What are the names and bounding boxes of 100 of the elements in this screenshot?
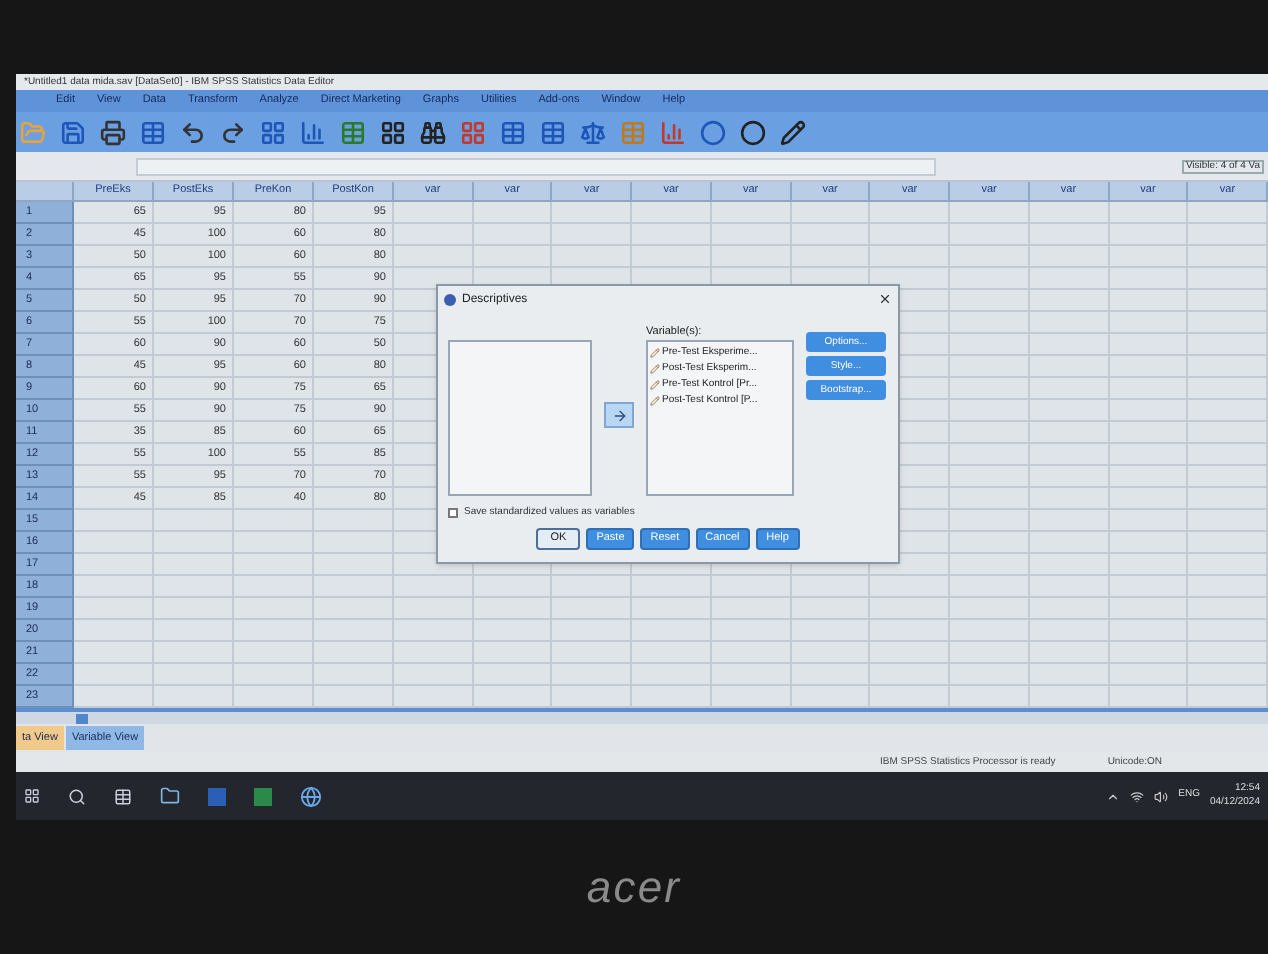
empty-cell[interactable] xyxy=(314,598,394,620)
windows-icon[interactable] xyxy=(24,788,40,804)
empty-cell[interactable] xyxy=(1029,356,1110,378)
empty-cell[interactable] xyxy=(234,510,314,532)
empty-cell[interactable] xyxy=(1029,202,1110,224)
empty-cell[interactable] xyxy=(1029,620,1110,642)
empty-cell[interactable] xyxy=(950,664,1030,686)
empty-cell[interactable] xyxy=(791,664,871,686)
empty-cell[interactable] xyxy=(1029,488,1110,510)
document-app-icon[interactable] xyxy=(208,787,226,805)
empty-cell[interactable] xyxy=(1188,532,1268,554)
empty-cell[interactable] xyxy=(950,488,1030,510)
empty-cell[interactable] xyxy=(1109,334,1189,356)
empty-cell[interactable] xyxy=(154,620,234,642)
empty-cell[interactable] xyxy=(552,224,633,246)
empty-cell[interactable] xyxy=(711,246,792,268)
empty-cell[interactable] xyxy=(791,576,871,598)
chart-icon[interactable] xyxy=(660,119,686,145)
empty-cell[interactable] xyxy=(1109,246,1189,268)
empty-cell[interactable] xyxy=(791,246,871,268)
source-list[interactable] xyxy=(448,340,592,496)
empty-cell[interactable] xyxy=(950,598,1030,620)
empty-cell[interactable] xyxy=(314,642,394,664)
move-button[interactable] xyxy=(604,402,634,428)
empty-cell[interactable] xyxy=(1029,576,1110,598)
empty-cell[interactable] xyxy=(1029,422,1110,444)
empty-cell[interactable] xyxy=(711,598,792,620)
empty-cell[interactable] xyxy=(1109,488,1189,510)
empty-cell[interactable] xyxy=(473,642,553,664)
empty-cell[interactable] xyxy=(473,620,553,642)
empty-cell[interactable] xyxy=(1109,422,1189,444)
empty-cell[interactable] xyxy=(1109,400,1189,422)
empty-cell[interactable] xyxy=(870,620,951,642)
empty-cell[interactable] xyxy=(711,620,792,642)
empty-cell[interactable] xyxy=(394,598,474,620)
empty-cell[interactable] xyxy=(950,312,1030,334)
empty-cell[interactable] xyxy=(870,642,951,664)
empty-cell[interactable] xyxy=(950,532,1030,554)
empty-cell[interactable] xyxy=(154,554,234,576)
empty-cell[interactable] xyxy=(1109,444,1189,466)
empty-cell[interactable] xyxy=(154,510,234,532)
table-icon[interactable] xyxy=(500,119,526,145)
empty-cell[interactable] xyxy=(632,620,712,642)
empty-cell[interactable] xyxy=(791,620,871,642)
empty-cell[interactable] xyxy=(791,598,871,620)
empty-cell[interactable] xyxy=(632,224,712,246)
empty-cell[interactable] xyxy=(552,642,633,664)
empty-cell[interactable] xyxy=(1188,642,1268,664)
empty-cell[interactable] xyxy=(1188,202,1268,224)
empty-cell[interactable] xyxy=(950,356,1030,378)
empty-cell[interactable] xyxy=(1029,224,1110,246)
empty-cell[interactable] xyxy=(314,576,394,598)
empty-cell[interactable] xyxy=(1109,356,1189,378)
empty-cell[interactable] xyxy=(1188,466,1268,488)
empty-cell[interactable] xyxy=(314,532,394,554)
empty-cell[interactable] xyxy=(632,664,712,686)
empty-cell[interactable] xyxy=(950,642,1030,664)
volume-icon[interactable] xyxy=(1154,789,1169,803)
empty-cell[interactable] xyxy=(394,620,474,642)
empty-cell[interactable] xyxy=(1188,400,1268,422)
empty-cell[interactable] xyxy=(1188,378,1268,400)
empty-cell[interactable] xyxy=(234,664,314,686)
empty-cell[interactable] xyxy=(950,290,1030,312)
empty-cell[interactable] xyxy=(711,576,792,598)
empty-cell[interactable] xyxy=(1029,246,1110,268)
empty-cell[interactable] xyxy=(1109,224,1189,246)
empty-cell[interactable] xyxy=(1029,444,1110,466)
empty-cell[interactable] xyxy=(1109,532,1189,554)
empty-cell[interactable] xyxy=(234,620,314,642)
empty-cell[interactable] xyxy=(394,642,474,664)
empty-cell[interactable] xyxy=(1109,598,1189,620)
empty-cell[interactable] xyxy=(950,576,1030,598)
empty-cell[interactable] xyxy=(950,620,1030,642)
empty-cell[interactable] xyxy=(950,202,1030,224)
empty-cell[interactable] xyxy=(1109,268,1189,290)
empty-cell[interactable] xyxy=(154,576,234,598)
table-icon[interactable] xyxy=(540,119,566,145)
empty-cell[interactable] xyxy=(1109,466,1189,488)
empty-cell[interactable] xyxy=(234,642,314,664)
empty-cell[interactable] xyxy=(314,510,394,532)
empty-cell[interactable] xyxy=(1109,312,1189,334)
empty-cell[interactable] xyxy=(1029,290,1110,312)
print-icon[interactable] xyxy=(100,119,126,145)
empty-cell[interactable] xyxy=(154,532,234,554)
empty-cell[interactable] xyxy=(1029,554,1110,576)
empty-cell[interactable] xyxy=(234,554,314,576)
empty-cell[interactable] xyxy=(1029,400,1110,422)
empty-cell[interactable] xyxy=(394,576,474,598)
empty-cell[interactable] xyxy=(473,598,553,620)
empty-cell[interactable] xyxy=(1188,488,1268,510)
empty-cell[interactable] xyxy=(1188,246,1268,268)
empty-cell[interactable] xyxy=(314,554,394,576)
empty-cell[interactable] xyxy=(870,598,951,620)
search-icon[interactable] xyxy=(68,787,86,805)
task-view-icon[interactable] xyxy=(114,787,132,805)
empty-cell[interactable] xyxy=(1109,576,1189,598)
empty-cell[interactable] xyxy=(394,202,474,224)
empty-cell[interactable] xyxy=(870,246,951,268)
binoculars-icon[interactable] xyxy=(420,119,446,145)
empty-cell[interactable] xyxy=(552,576,633,598)
